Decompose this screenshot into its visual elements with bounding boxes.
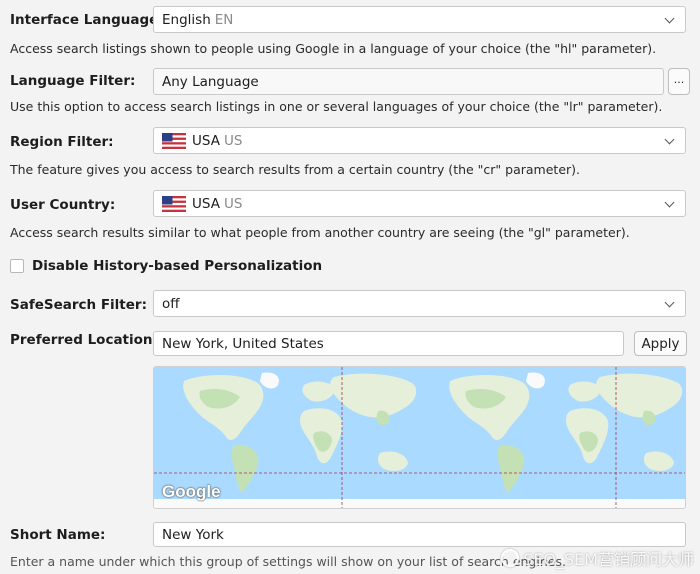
interface-language-code: EN: [214, 11, 234, 28]
history-personalization-label: Disable History-based Personalization: [32, 258, 323, 274]
safesearch-select[interactable]: off: [153, 290, 686, 317]
chevron-down-icon: [664, 134, 675, 144]
interface-language-label: Interface Language:: [10, 12, 164, 28]
google-map-logo: Google: [162, 482, 221, 501]
user-country-description: Access search results similar to what pe…: [10, 225, 630, 240]
interface-language-description: Access search listings shown to people u…: [10, 41, 657, 56]
location-map[interactable]: Google: [153, 366, 686, 509]
watermark-text: SEO_SEM营销顾问大师: [523, 550, 694, 569]
region-filter-label: Region Filter:: [10, 134, 114, 150]
preferred-location-input[interactable]: New York, United States: [153, 331, 624, 356]
short-name-input[interactable]: New York: [153, 522, 686, 547]
language-filter-field[interactable]: Any Language: [153, 68, 664, 95]
region-filter-select[interactable]: USA US: [153, 127, 686, 154]
region-filter-code: US: [223, 132, 243, 149]
chevron-down-icon: [664, 13, 675, 23]
chevron-down-icon: [664, 197, 675, 207]
language-filter-value: Any Language: [162, 73, 259, 90]
world-map: [154, 367, 685, 508]
interface-language-select[interactable]: English EN: [153, 6, 686, 33]
apply-button[interactable]: Apply: [634, 331, 687, 356]
region-filter-description: The feature gives you access to search r…: [10, 162, 581, 177]
us-flag-icon: [162, 195, 186, 212]
user-country-value: USA: [192, 195, 220, 212]
history-personalization-checkbox[interactable]: [10, 259, 24, 273]
language-filter-more-button[interactable]: ...: [668, 68, 690, 95]
user-country-code: US: [223, 195, 243, 212]
preferred-location-value: New York, United States: [162, 335, 324, 352]
safesearch-value: off: [162, 295, 180, 312]
language-filter-description: Use this option to access search listing…: [10, 99, 663, 114]
language-filter-label: Language Filter:: [10, 73, 136, 89]
short-name-value: New York: [162, 526, 224, 543]
interface-language-value: English: [162, 11, 211, 28]
chevron-down-icon: [664, 297, 675, 307]
user-country-label: User Country:: [10, 197, 116, 213]
short-name-description: Enter a name under which this group of s…: [10, 554, 566, 569]
region-filter-value: USA: [192, 132, 220, 149]
user-country-select[interactable]: USA US: [153, 190, 686, 217]
watermark-logo-icon: [501, 549, 520, 567]
us-flag-icon: [162, 132, 186, 149]
watermark: SEO_SEM营销顾问大师: [501, 546, 694, 570]
safesearch-label: SafeSearch Filter:: [10, 297, 147, 313]
preferred-location-label: Preferred Location:: [10, 332, 158, 348]
short-name-label: Short Name:: [10, 527, 106, 543]
